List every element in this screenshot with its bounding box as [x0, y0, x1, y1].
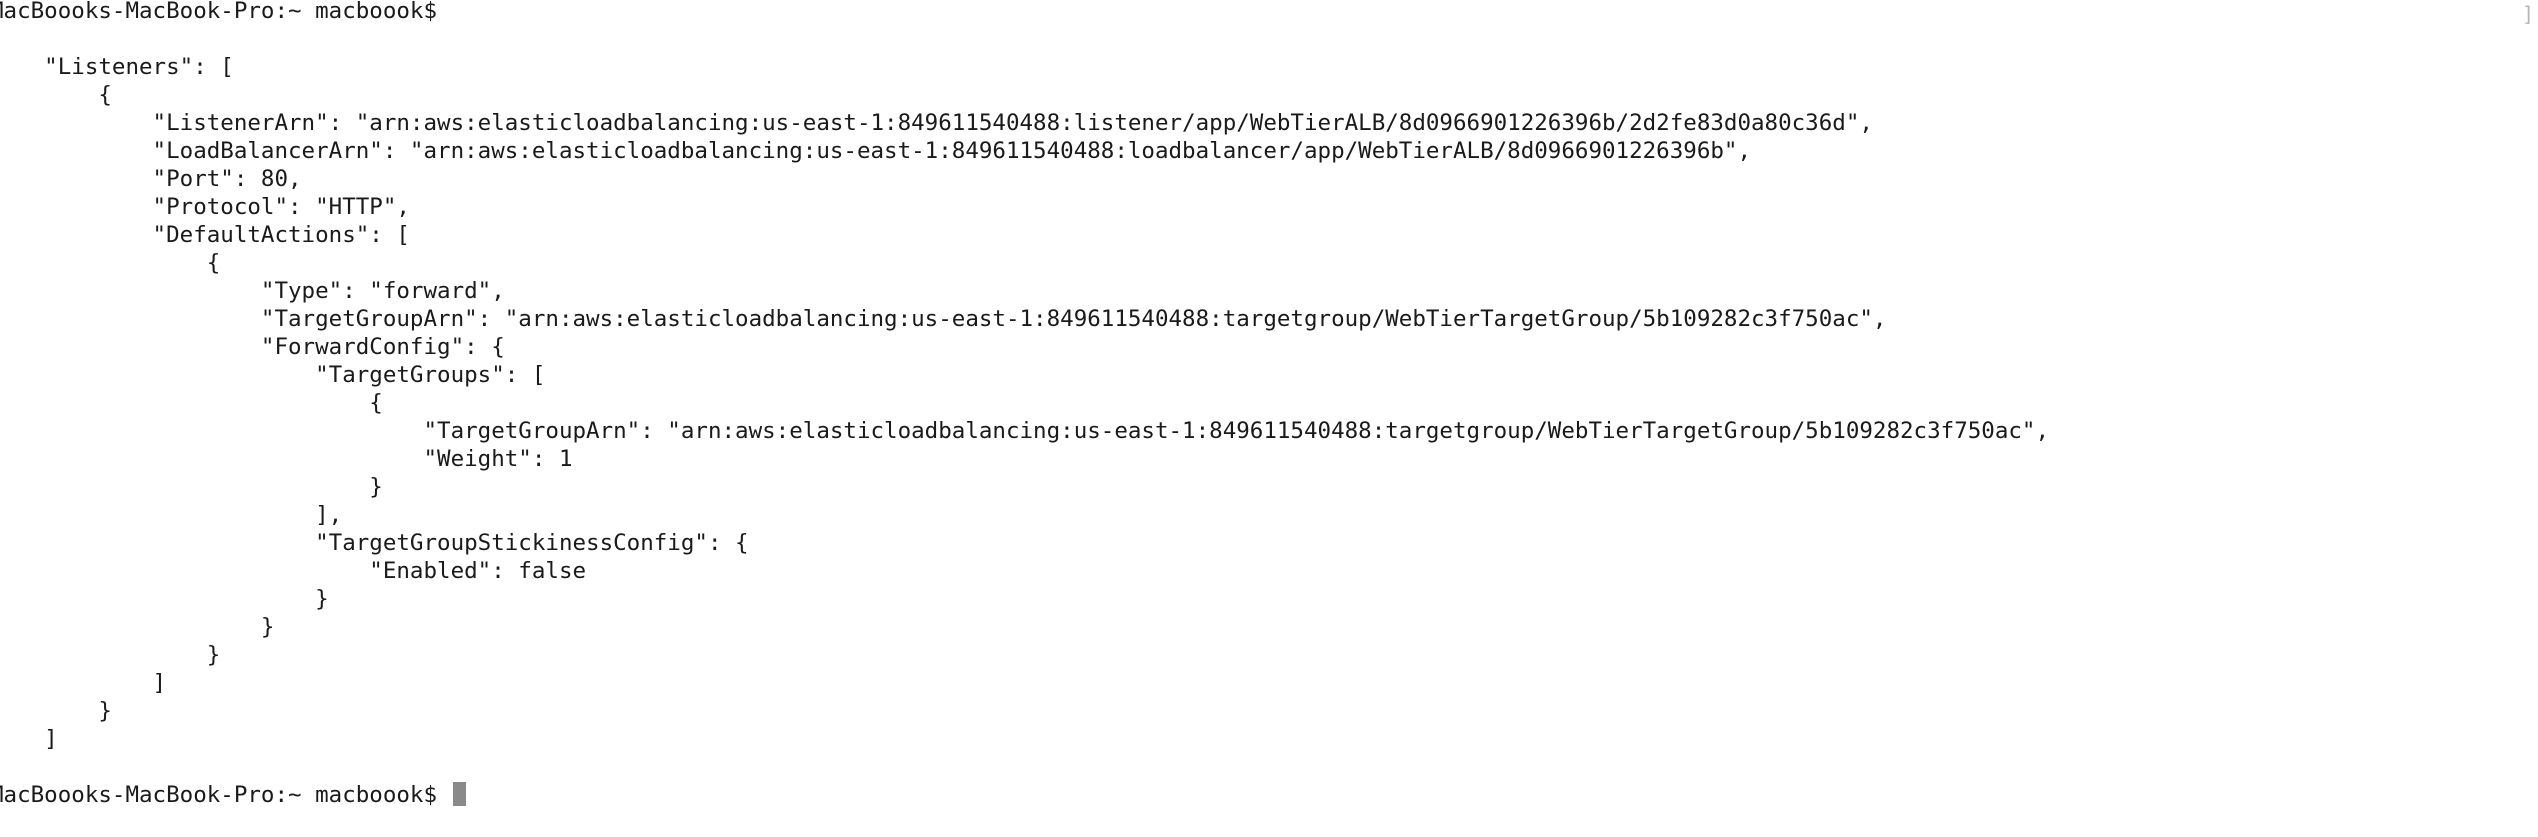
output-line-18: "TargetGroupStickinessConfig": {	[0, 530, 749, 556]
output-line-13: {	[0, 390, 383, 416]
output-line-21: }	[0, 614, 275, 640]
output-line-5: "Port": 80,	[0, 166, 302, 192]
output-line-14: "TargetGroupArn": "arn:aws:elasticloadba…	[0, 418, 2050, 444]
output-line-2: {	[0, 82, 112, 108]
prompt-text: MacBoooks-MacBook-Pro:~ macboook$	[0, 782, 438, 808]
output-line-8: {	[0, 250, 221, 276]
output-line-20: }	[0, 586, 329, 612]
terminal-window[interactable]: MacBoooks-MacBook-Pro:~ macboook$ ] "Lis…	[0, 0, 2538, 837]
output-line-6: "Protocol": "HTTP",	[0, 194, 410, 220]
output-line-4: "LoadBalancerArn": "arn:aws:elasticloadb…	[0, 138, 1751, 164]
output-line-12: "TargetGroups": [	[0, 362, 546, 388]
output-line-22: }	[0, 642, 221, 668]
scrollbar-mark: ]	[2521, 2, 2534, 26]
shell-prompt-top: MacBoooks-MacBook-Pro:~ macboook$	[0, 0, 438, 24]
output-line-24: }	[0, 698, 112, 724]
output-line-10: "TargetGroupArn": "arn:aws:elasticloadba…	[0, 306, 1887, 332]
output-line-11: "ForwardConfig": {	[0, 334, 505, 360]
output-line-25: ]	[44, 726, 58, 752]
output-line-23: ]	[0, 670, 167, 696]
output-line-3: "ListenerArn": "arn:aws:elasticloadbalan…	[0, 110, 1873, 136]
output-line-17: ],	[0, 502, 343, 528]
output-line-9: "Type": "forward",	[0, 278, 505, 304]
output-line-15: "Weight": 1	[0, 446, 573, 472]
output-line-16: }	[0, 474, 383, 500]
text-cursor	[452, 781, 466, 806]
shell-prompt-bottom[interactable]: MacBoooks-MacBook-Pro:~ macboook$	[0, 781, 466, 809]
output-line-1: "Listeners": [	[0, 54, 234, 80]
output-line-19: "Enabled": false	[0, 558, 587, 584]
output-line-7: "DefaultActions": [	[0, 222, 410, 248]
